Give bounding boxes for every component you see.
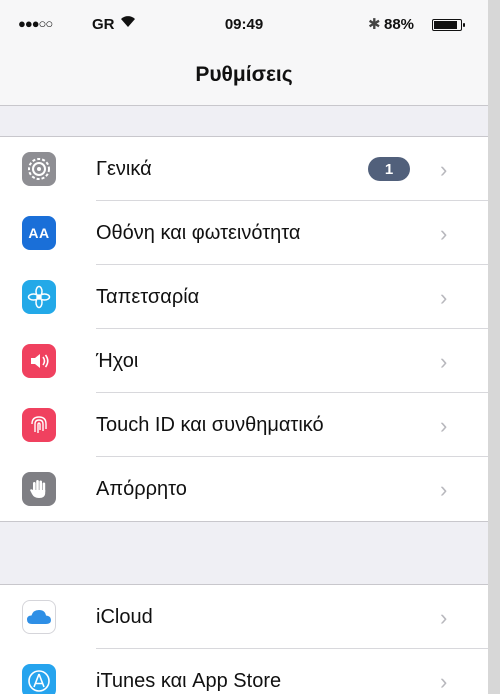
wallpaper-flower-icon xyxy=(22,280,56,314)
status-bar: ●●●○○ GR 09:49 ✱ 88% xyxy=(0,0,488,44)
settings-screen: ●●●○○ GR 09:49 ✱ 88% Ρυθμίσεις Γενικά 1 xyxy=(0,0,500,694)
settings-row-itunes-app-store[interactable]: iTunes και App Store › xyxy=(0,649,488,694)
display-text-icon: AA xyxy=(22,216,56,250)
settings-row-label: Απόρρητο xyxy=(96,477,187,500)
speaker-icon xyxy=(22,344,56,378)
page-title: Ρυθμίσεις xyxy=(195,62,293,86)
battery-fill xyxy=(434,21,457,29)
fingerprint-icon xyxy=(22,408,56,442)
settings-row-privacy[interactable]: Απόρρητο › xyxy=(0,457,488,521)
battery-percent: 88% xyxy=(384,16,415,33)
chevron-right-icon: › xyxy=(440,349,448,374)
chevron-right-icon: › xyxy=(440,221,448,246)
settings-row-label: Οθόνη και φωτεινότητα xyxy=(96,221,301,244)
nav-bar: Ρυθμίσεις xyxy=(0,44,488,106)
settings-row-label: Ταπετσαρία xyxy=(96,285,200,308)
cloud-icon xyxy=(22,600,56,634)
settings-row-general[interactable]: Γενικά 1 › xyxy=(0,137,488,201)
settings-row-icloud[interactable]: iCloud › xyxy=(0,585,488,649)
settings-row-label: Touch ID και συνθηματικό xyxy=(96,413,324,436)
settings-row-display-brightness[interactable]: AA Οθόνη και φωτεινότητα › xyxy=(0,201,488,265)
chevron-right-icon: › xyxy=(440,477,448,502)
battery-icon xyxy=(432,19,465,31)
settings-row-label: Γενικά xyxy=(96,157,152,180)
settings-row-label: iCloud xyxy=(96,605,153,628)
settings-row-sounds[interactable]: Ήχοι › xyxy=(0,329,488,393)
app-store-icon xyxy=(22,664,56,694)
settings-row-label: Ήχοι xyxy=(96,349,139,372)
bluetooth-icon: ✱ xyxy=(368,16,381,33)
clock: 09:49 xyxy=(224,16,264,33)
chevron-right-icon: › xyxy=(440,413,448,438)
gear-icon xyxy=(22,152,56,186)
chevron-right-icon: › xyxy=(440,605,448,630)
chevron-right-icon: › xyxy=(440,285,448,310)
settings-group-main: Γενικά 1 › AA Οθόνη και φωτεινότητα › Τα… xyxy=(0,136,488,522)
notification-badge: 1 xyxy=(368,157,410,181)
hand-icon xyxy=(22,472,56,506)
chevron-right-icon: › xyxy=(440,669,448,694)
chevron-right-icon: › xyxy=(440,157,448,182)
settings-group-accounts: iCloud › iTunes και App Store › xyxy=(0,584,488,694)
settings-row-touch-id[interactable]: Touch ID και συνθηματικό › xyxy=(0,393,488,457)
battery-nub xyxy=(463,23,465,27)
settings-row-wallpaper[interactable]: Ταπετσαρία › xyxy=(0,265,488,329)
settings-row-label: iTunes και App Store xyxy=(96,669,282,692)
